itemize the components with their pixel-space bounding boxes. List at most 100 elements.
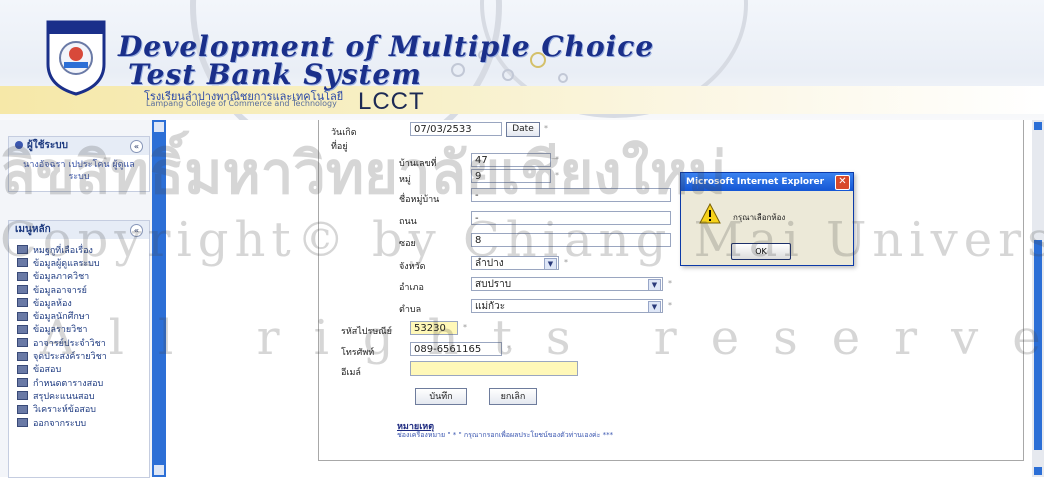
- required-mark: *: [555, 171, 559, 180]
- email-input[interactable]: [410, 361, 578, 376]
- required-mark: *: [668, 279, 672, 288]
- sidebar-menu-item[interactable]: ข้อมูลอาจารย์: [9, 283, 149, 296]
- dialog-titlebar: Microsoft Internet Explorer ✕: [681, 173, 853, 191]
- subdistrict-label: ตำบล: [399, 305, 422, 315]
- brand-lcct: LCCT: [358, 88, 425, 115]
- required-mark: *: [564, 258, 568, 267]
- logged-in-user-name: นางอัจฉรา เปประโคน ผู้ดูแลระบบ: [23, 160, 135, 182]
- menu-bullet-icon: [17, 258, 28, 268]
- sidebar-menu-item-label: ข้อมูลรายวิชา: [33, 325, 88, 336]
- menu-bullet-icon: [17, 245, 28, 255]
- student-address-form: วันเกิด 07/03/2533 Date * ที่อยู่ บ้านเล…: [318, 120, 1024, 461]
- scroll-down-icon[interactable]: [1034, 467, 1042, 475]
- menu-bullet-icon: [17, 378, 28, 388]
- sidebar-menu-item[interactable]: จุดประสงค์รายวิชา: [9, 349, 149, 362]
- left-sidebar: ผู้ใช้ระบบ « นางอัจฉรา เปประโคน ผู้ดูแลร…: [0, 120, 166, 478]
- phone-input[interactable]: 089-6561165: [410, 342, 502, 356]
- phone-label: โทรศัพท์: [341, 348, 375, 358]
- menu-bullet-icon: [17, 311, 28, 321]
- sidebar-menu-item[interactable]: วิเคราะห์ข้อสอบ: [9, 403, 149, 416]
- save-button[interactable]: บันทึก: [415, 388, 467, 405]
- main-menu-header: เมนูหลัก «: [9, 221, 149, 239]
- sidebar-menu-item[interactable]: ข้อมูลนักศึกษา: [9, 309, 149, 322]
- collapse-user-panel-button[interactable]: «: [130, 140, 143, 153]
- chevron-down-icon[interactable]: ▼: [648, 279, 661, 290]
- chevron-down-icon[interactable]: ▼: [648, 301, 661, 312]
- menu-bullet-icon: [17, 404, 28, 414]
- sidebar-menu-item[interactable]: กำหนดตารางสอบ: [9, 376, 149, 389]
- birthdate-label: วันเกิด: [331, 128, 357, 138]
- district-select-value: สบปราบ: [475, 279, 512, 290]
- sidebar-menu-item-label: ข้อมูลนักศึกษา: [33, 312, 90, 323]
- sidebar-scroll-down-icon[interactable]: [154, 465, 164, 475]
- menu-bullet-icon: [17, 271, 28, 281]
- sidebar-menu-item[interactable]: ออกจากระบบ: [9, 416, 149, 429]
- road-label: ถนน: [399, 217, 417, 227]
- sidebar-menu-item-label: วิเคราะห์ข้อสอบ: [33, 405, 96, 416]
- ok-button[interactable]: OK: [731, 243, 791, 260]
- main-menu-title: เมนูหลัก: [15, 224, 51, 235]
- close-icon[interactable]: ✕: [835, 175, 850, 190]
- date-picker-button[interactable]: Date: [506, 122, 540, 137]
- village-label: ชื่อหมู่บ้าน: [399, 195, 440, 205]
- soi-label: ซอย: [399, 239, 416, 249]
- sidebar-menu-item[interactable]: ข้อมูลรายวิชา: [9, 323, 149, 336]
- menu-bullet-icon: [17, 351, 28, 361]
- required-mark: *: [555, 155, 559, 164]
- village-input[interactable]: -: [471, 188, 671, 202]
- sidebar-menu-item[interactable]: ข้อสอบ: [9, 363, 149, 376]
- menu-bullet-icon: [17, 324, 28, 334]
- user-panel: ผู้ใช้ระบบ « นางอัจฉรา เปประโคน ผู้ดูแลร…: [8, 136, 150, 192]
- page-scrollbar[interactable]: [1032, 120, 1044, 477]
- scrollbar-thumb[interactable]: [1034, 240, 1042, 450]
- required-mark: *: [507, 344, 511, 353]
- province-select-value: ลำปาง: [475, 258, 504, 269]
- note-text: ช่องเครื่องหมาย " * " กรุณากรอกเพื่อผลปร…: [397, 431, 614, 439]
- main-menu-list: หมฐกูที่เลือเรื่อง ข้อมูลผู้ดูแลระบบ ข้อมู…: [9, 239, 149, 429]
- sidebar-menu-item-label: จุดประสงค์รายวิชา: [33, 352, 107, 363]
- birthdate-input[interactable]: 07/03/2533: [410, 122, 502, 136]
- sidebar-menu-item-label: หมฐกูที่เลือเรื่อง: [33, 245, 93, 256]
- sidebar-scroll-up-icon[interactable]: [154, 122, 164, 132]
- menu-bullet-icon: [17, 298, 28, 308]
- district-label: อำเภอ: [399, 283, 424, 293]
- school-name-english: Lampang College of Commerce and Technolo…: [146, 99, 337, 108]
- user-panel-header: ผู้ใช้ระบบ «: [9, 137, 149, 155]
- menu-bullet-icon: [17, 391, 28, 401]
- house-no-input[interactable]: 47: [471, 153, 551, 167]
- sidebar-menu-item-label: กำหนดตารางสอบ: [33, 378, 104, 389]
- province-select[interactable]: ลำปาง ▼: [471, 256, 559, 270]
- menu-bullet-icon: [17, 285, 28, 295]
- subdistrict-select-value: แม่กัวะ: [475, 301, 506, 312]
- sidebar-menu-item[interactable]: สรุปคะแนนสอบ: [9, 389, 149, 402]
- sidebar-menu-item[interactable]: ข้อมูลผู้ดูแลระบบ: [9, 256, 149, 269]
- moo-input[interactable]: 9: [471, 169, 551, 183]
- subdistrict-select[interactable]: แม่กัวะ ▼: [471, 299, 663, 313]
- road-input[interactable]: -: [471, 211, 671, 225]
- postal-code-input[interactable]: 53230: [410, 321, 458, 335]
- dialog-title: Microsoft Internet Explorer: [686, 177, 825, 187]
- sidebar-menu-item-label: ข้อมูลผู้ดูแลระบบ: [33, 258, 100, 269]
- chevron-down-icon[interactable]: ▼: [544, 258, 557, 269]
- sidebar-menu-item-label: ข้อมูลอาจารย์: [33, 285, 87, 296]
- collapse-main-menu-button[interactable]: «: [130, 224, 143, 237]
- sidebar-menu-item[interactable]: ข้อมูลห้อง: [9, 296, 149, 309]
- sidebar-menu-item-label: อาจารย์ประจำวิชา: [33, 338, 106, 349]
- user-icon: [15, 141, 23, 149]
- sidebar-menu-item[interactable]: หมฐกูที่เลือเรื่อง: [9, 243, 149, 256]
- menu-bullet-icon: [17, 364, 28, 374]
- district-select[interactable]: สบปราบ ▼: [471, 277, 663, 291]
- sidebar-menu-item-label: ข้อมูลห้อง: [33, 298, 72, 309]
- cancel-button[interactable]: ยกเลิก: [489, 388, 537, 405]
- address-label: ที่อยู่: [331, 142, 348, 152]
- sidebar-menu-item[interactable]: ข้อมูลภาควิชา: [9, 270, 149, 283]
- soi-input[interactable]: 8: [471, 233, 671, 247]
- college-logo: [46, 20, 106, 96]
- user-panel-title: ผู้ใช้ระบบ: [27, 140, 68, 151]
- sidebar-menu-item[interactable]: อาจารย์ประจำวิชา: [9, 336, 149, 349]
- required-mark: *: [463, 323, 467, 332]
- house-no-label: บ้านเลขที่: [399, 159, 437, 169]
- scroll-up-icon[interactable]: [1034, 122, 1042, 130]
- sidebar-scrollbar[interactable]: [152, 120, 166, 477]
- required-mark: *: [668, 301, 672, 310]
